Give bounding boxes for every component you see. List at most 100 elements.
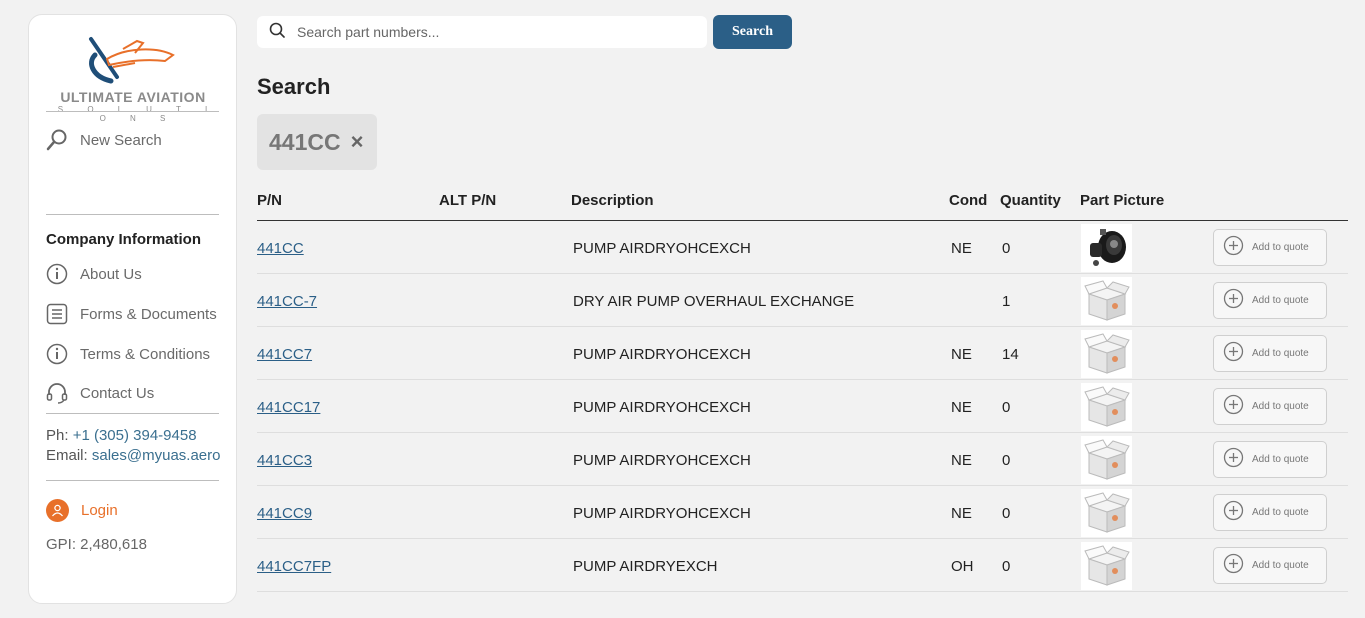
- part-picture[interactable]: [1081, 542, 1132, 590]
- plus-circle-icon: [1223, 394, 1244, 420]
- logo-plane-icon: [89, 37, 175, 84]
- sidebar: ULTIMATE AVIATION S O L U T I O N S New …: [28, 14, 237, 604]
- divider: [46, 111, 219, 112]
- add-to-quote-button[interactable]: Add to quote: [1213, 229, 1327, 266]
- remove-filter-button[interactable]: ×: [351, 131, 364, 153]
- part-quantity: 0: [1002, 452, 1011, 469]
- part-description: PUMP AIRDRYOHCEXCH: [573, 399, 751, 416]
- login-button[interactable]: Login: [46, 499, 118, 522]
- info-icon: [46, 343, 68, 365]
- box-placeholder-icon: [1083, 386, 1130, 427]
- info-icon: [46, 263, 68, 285]
- company-info-heading: Company Information: [46, 231, 202, 248]
- part-number-link[interactable]: 441CC-7: [257, 293, 317, 310]
- email-link[interactable]: sales@myuas.aero: [92, 447, 221, 464]
- part-picture[interactable]: [1081, 330, 1132, 378]
- part-number-link[interactable]: 441CC7: [257, 346, 312, 363]
- add-to-quote-label: Add to quote: [1252, 560, 1309, 571]
- sidebar-item-terms-conditions[interactable]: Terms & Conditions: [46, 343, 210, 365]
- sidebar-item-contact-us[interactable]: Contact Us: [46, 382, 154, 404]
- part-quantity: 0: [1002, 240, 1011, 257]
- table-row: 441CC9 PUMP AIRDRYOHCEXCH NE 0 Add to qu…: [257, 486, 1348, 539]
- column-header-alt-pn: ALT P/N: [439, 192, 497, 209]
- part-picture[interactable]: [1081, 436, 1132, 484]
- part-condition: NE: [951, 452, 972, 469]
- divider: [46, 413, 219, 414]
- add-to-quote-button[interactable]: Add to quote: [1213, 494, 1327, 531]
- box-placeholder-icon: [1083, 545, 1130, 586]
- plus-circle-icon: [1223, 447, 1244, 473]
- plus-circle-icon: [1223, 553, 1244, 579]
- box-placeholder-icon: [1083, 439, 1130, 480]
- add-to-quote-label: Add to quote: [1252, 507, 1309, 518]
- table-row-partial: [257, 592, 1348, 602]
- table-row: 441CC7FP PUMP AIRDRYEXCH OH 0 Add to quo…: [257, 539, 1348, 592]
- part-number-link[interactable]: 441CC7FP: [257, 558, 331, 575]
- new-search-link[interactable]: New Search: [46, 129, 162, 151]
- search-icon: [46, 129, 68, 151]
- add-to-quote-label: Add to quote: [1252, 348, 1309, 359]
- add-to-quote-button[interactable]: Add to quote: [1213, 388, 1327, 425]
- search-input[interactable]: [297, 24, 697, 40]
- table-body: 441CC PUMP AIRDRYOHCEXCH NE 0 Add to quo…: [257, 221, 1348, 592]
- email-line: Email: sales@myuas.aero: [46, 447, 220, 464]
- column-header-pn: P/N: [257, 192, 283, 209]
- part-picture[interactable]: [1081, 383, 1132, 431]
- part-description: PUMP AIRDRYOHCEXCH: [573, 346, 751, 363]
- part-condition: OH: [951, 558, 974, 575]
- divider: [46, 480, 219, 481]
- part-picture[interactable]: [1081, 277, 1132, 325]
- part-picture[interactable]: [1081, 489, 1132, 537]
- logo-wordmark: ULTIMATE AVIATION: [60, 89, 206, 105]
- email-label: Email:: [46, 447, 88, 464]
- part-quantity: 14: [1002, 346, 1019, 363]
- sidebar-item-label: Forms & Documents: [80, 305, 217, 323]
- column-header-description: Description: [571, 192, 654, 209]
- part-condition: NE: [951, 505, 972, 522]
- user-icon: [46, 499, 69, 522]
- search-button[interactable]: Search: [713, 15, 792, 49]
- part-picture[interactable]: [1081, 224, 1132, 272]
- new-search-label: New Search: [80, 131, 162, 149]
- part-number-link[interactable]: 441CC: [257, 240, 304, 257]
- part-number-link[interactable]: 441CC9: [257, 505, 312, 522]
- table-row: 441CC17 PUMP AIRDRYOHCEXCH NE 0 Add to q…: [257, 380, 1348, 433]
- part-number-link[interactable]: 441CC3: [257, 452, 312, 469]
- search-icon: [269, 22, 285, 43]
- company-logo[interactable]: ULTIMATE AVIATION S O L U T I O N S: [47, 33, 219, 123]
- logo-subtitle: S O L U T I O N S: [57, 105, 219, 123]
- part-description: PUMP AIRDRYOHCEXCH: [573, 452, 751, 469]
- table-header: P/N ALT P/N Description Cond Quantity Pa…: [257, 186, 1348, 221]
- sidebar-item-label: Terms & Conditions: [80, 345, 211, 363]
- phone-link[interactable]: +1 (305) 394-9458: [73, 427, 197, 444]
- add-to-quote-label: Add to quote: [1252, 242, 1309, 253]
- part-number-link[interactable]: 441CC17: [257, 399, 320, 416]
- plus-circle-icon: [1223, 341, 1244, 367]
- add-to-quote-button[interactable]: Add to quote: [1213, 282, 1327, 319]
- part-condition: NE: [951, 240, 972, 257]
- add-to-quote-button[interactable]: Add to quote: [1213, 441, 1327, 478]
- add-to-quote-label: Add to quote: [1252, 401, 1309, 412]
- login-label: Login: [81, 502, 118, 519]
- plus-circle-icon: [1223, 500, 1244, 526]
- filter-chip: 441CC ×: [257, 114, 377, 170]
- plus-circle-icon: [1223, 235, 1244, 261]
- part-quantity: 0: [1002, 399, 1011, 416]
- phone-label: Ph:: [46, 427, 69, 444]
- table-row: 441CC3 PUMP AIRDRYOHCEXCH NE 0 Add to qu…: [257, 433, 1348, 486]
- headset-icon: [46, 382, 68, 404]
- add-to-quote-button[interactable]: Add to quote: [1213, 335, 1327, 372]
- results-table: P/N ALT P/N Description Cond Quantity Pa…: [257, 186, 1348, 602]
- table-row: 441CC PUMP AIRDRYOHCEXCH NE 0 Add to quo…: [257, 221, 1348, 274]
- box-placeholder-icon: [1083, 280, 1130, 321]
- table-row: 441CC-7 DRY AIR PUMP OVERHAUL EXCHANGE 1…: [257, 274, 1348, 327]
- divider: [46, 214, 219, 215]
- sidebar-item-forms-documents[interactable]: Forms & Documents: [46, 303, 217, 325]
- sidebar-item-about-us[interactable]: About Us: [46, 263, 142, 285]
- part-condition: NE: [951, 399, 972, 416]
- plus-circle-icon: [1223, 288, 1244, 314]
- part-description: PUMP AIRDRYOHCEXCH: [573, 505, 751, 522]
- add-to-quote-button[interactable]: Add to quote: [1213, 547, 1327, 584]
- pump-photo-icon: [1089, 229, 1126, 266]
- column-header-cond: Cond: [949, 192, 988, 209]
